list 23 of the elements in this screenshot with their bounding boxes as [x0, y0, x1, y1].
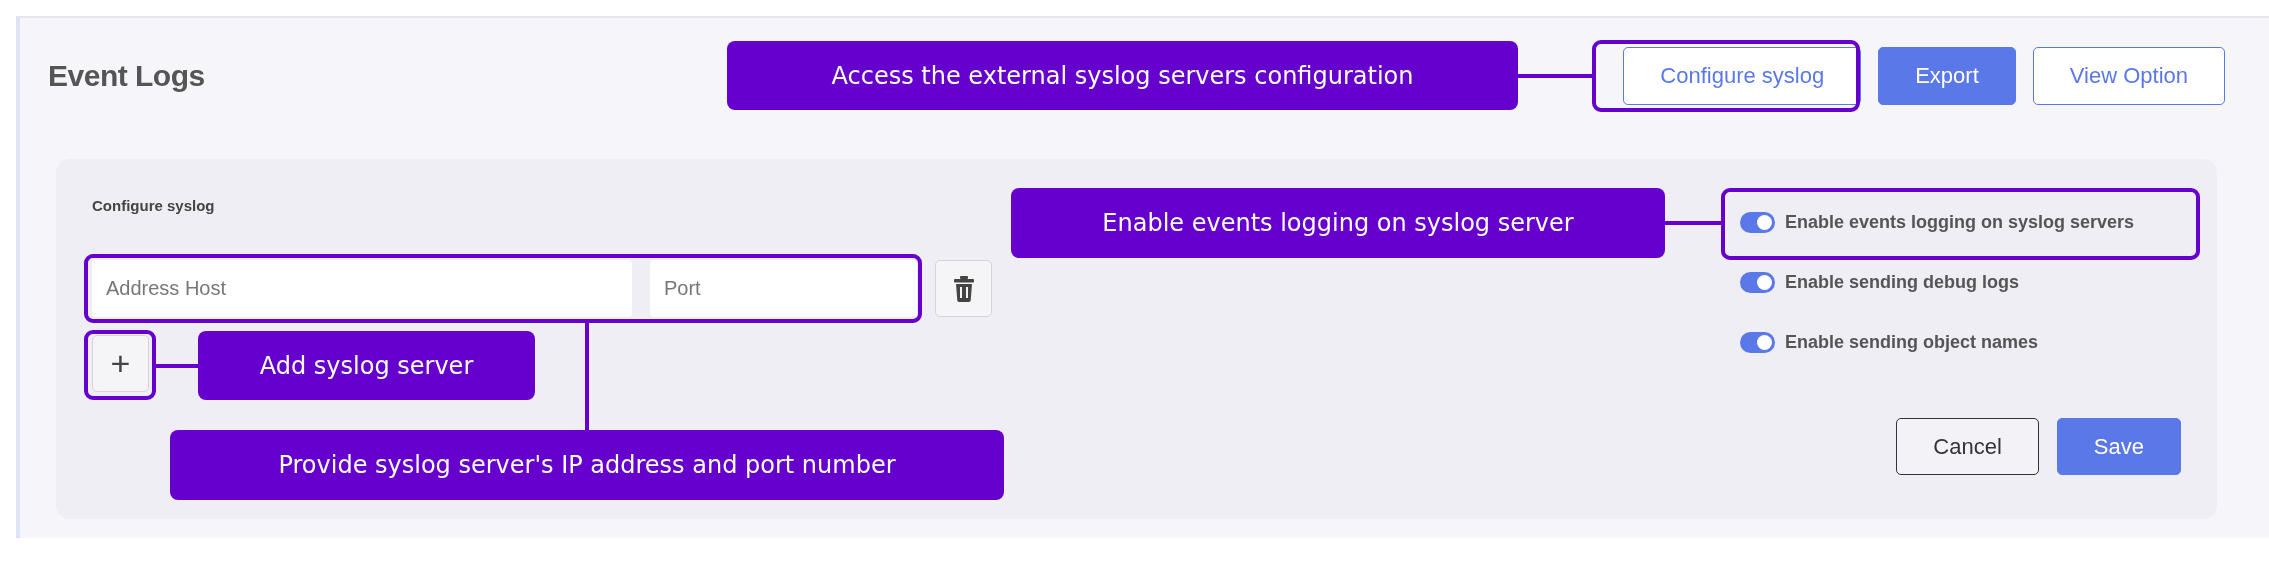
callout-label: Add syslog server	[198, 331, 535, 400]
toggle-label: Enable sending debug logs	[1785, 271, 2020, 293]
form-button[interactable]: Cancel	[1896, 418, 2039, 475]
add-button[interactable]: +	[92, 335, 149, 392]
toggle-switch[interactable]	[1740, 331, 1775, 353]
page-title: Event Logs	[48, 59, 205, 93]
delete-button[interactable]	[935, 260, 992, 317]
header-button[interactable]: Export	[1878, 47, 2016, 105]
toggle-switch[interactable]	[1740, 271, 1775, 293]
callout-label: Access the external syslog servers configuration	[727, 41, 1518, 110]
callout-label: Provide syslog server's IP address and port number	[170, 430, 1004, 500]
toggle-label: Enable events logging on syslog servers	[1785, 211, 2135, 233]
header-button[interactable]: View Option	[2032, 47, 2225, 105]
trash-icon	[953, 275, 974, 302]
toggle-switch[interactable]	[1740, 211, 1775, 233]
highlight-outline	[84, 330, 156, 400]
callout-label: Enable events logging on syslog server	[1011, 188, 1665, 258]
host-field[interactable]: Address Host	[92, 260, 632, 317]
form-button[interactable]: Save	[2056, 418, 2181, 475]
port-field[interactable]: Port	[650, 260, 917, 317]
toggle-label: Enable sending object names	[1785, 331, 2039, 353]
header-button[interactable]: Configure syslog	[1623, 47, 1862, 105]
card-title: Configure syslog	[92, 197, 216, 215]
